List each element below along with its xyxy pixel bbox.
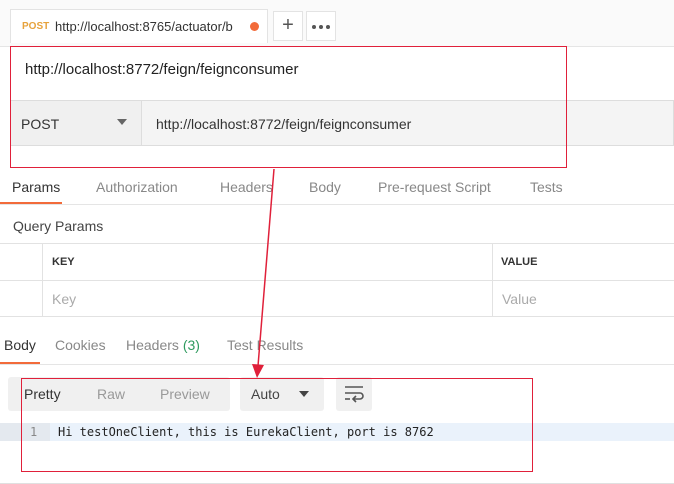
annotation-arrow-icon — [252, 168, 275, 378]
